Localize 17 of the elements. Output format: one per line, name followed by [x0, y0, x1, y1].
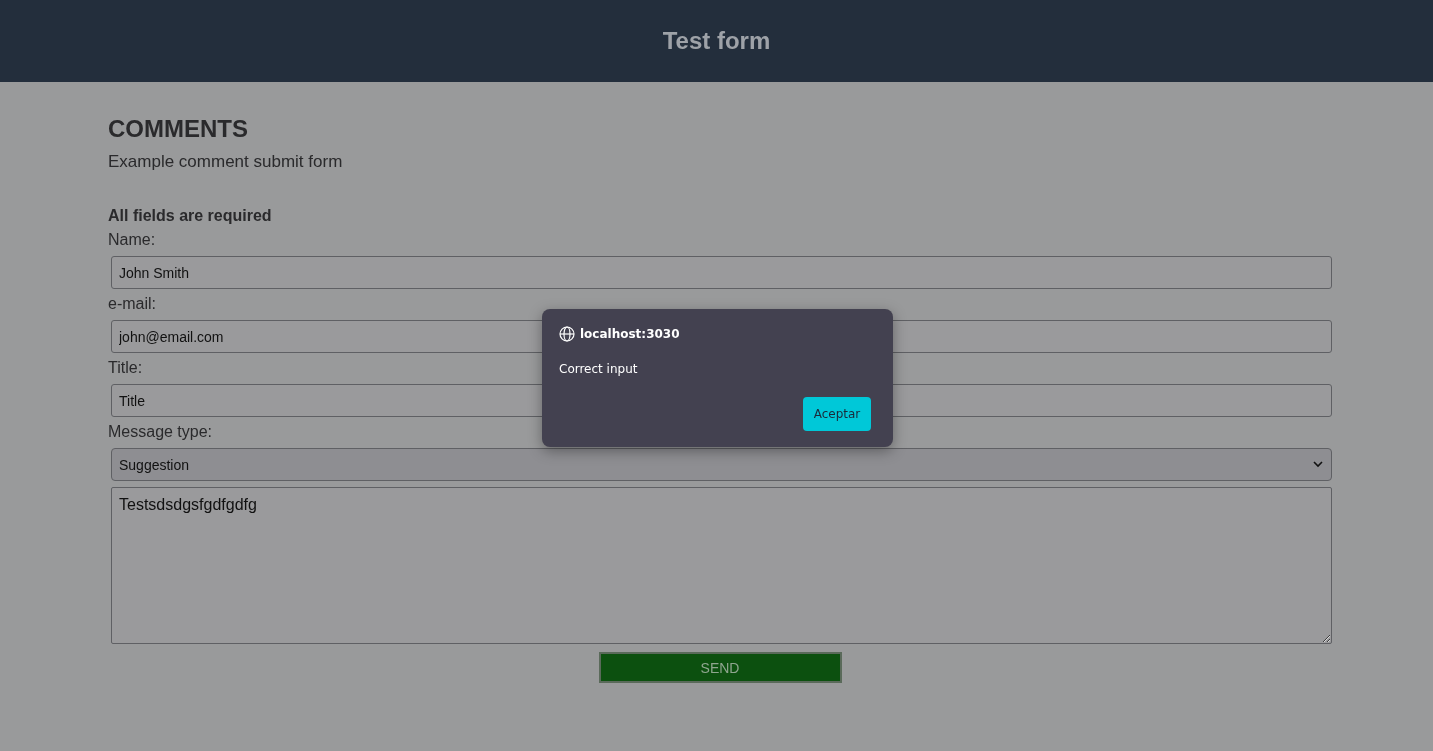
send-button[interactable]: SEND: [598, 652, 842, 683]
field-label: Name:: [108, 231, 156, 249]
accept-button[interactable]: Aceptar: [803, 397, 871, 431]
message-textarea[interactable]: Testsdsdgsfgdfgdfg: [111, 487, 1332, 644]
field-label: e-mail:: [108, 295, 156, 313]
dialog-message: Correct input: [559, 362, 639, 376]
field-label: Message type:: [108, 423, 213, 441]
section-heading: COMMENTS: [108, 115, 249, 143]
section-subtitle: Example comment submit form: [108, 152, 344, 172]
dialog-origin: localhost:3030: [580, 327, 680, 341]
required-note: All fields are required: [108, 207, 273, 225]
chevron-down-icon: [1313, 461, 1323, 468]
field-label: Title:: [108, 359, 143, 377]
page-title: Test form: [662, 27, 771, 55]
input-field[interactable]: John Smith: [111, 256, 1332, 289]
dropdown[interactable]: Suggestion: [111, 448, 1332, 481]
globe-icon: [559, 326, 575, 342]
